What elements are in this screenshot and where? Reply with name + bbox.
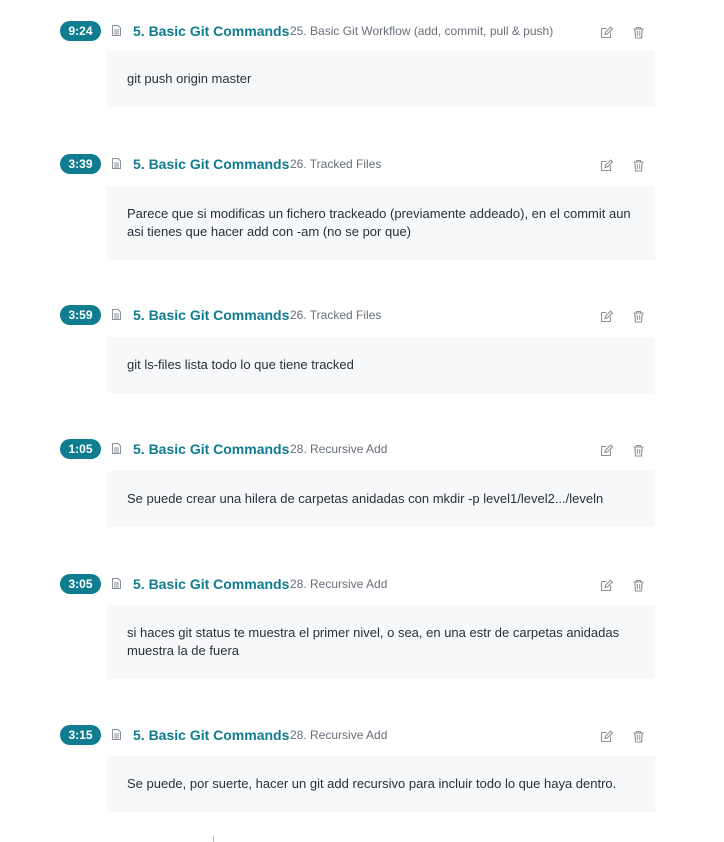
note-header: 3:59 5. Basic Git Commands 26. Tracked F… — [0, 305, 724, 331]
timestamp-badge[interactable]: 9:24 — [60, 21, 101, 41]
trash-icon[interactable] — [632, 159, 645, 172]
lecture-title[interactable]: 28. Recursive Add — [290, 439, 387, 459]
timestamp-badge[interactable]: 3:05 — [60, 574, 101, 594]
note-text: git push origin master — [127, 71, 252, 86]
note-item: 3:59 5. Basic Git Commands 26. Tracked F… — [0, 305, 724, 393]
edit-icon[interactable] — [600, 310, 613, 323]
note-text: git ls-files lista todo lo que tiene tra… — [127, 357, 354, 372]
note-text: Se puede crear una hilera de carpetas an… — [127, 491, 604, 506]
file-text-icon — [112, 25, 121, 36]
file-text-icon — [112, 443, 121, 454]
edit-icon[interactable] — [600, 730, 613, 743]
note-item: 3:15 5. Basic Git Commands 28. Recursive… — [0, 725, 724, 812]
note-header: 3:39 5. Basic Git Commands 26. Tracked F… — [0, 154, 724, 180]
lecture-title[interactable]: 26. Tracked Files — [290, 305, 381, 325]
note-body: si haces git status te muestra el primer… — [107, 605, 655, 679]
timestamp-badge[interactable]: 1:05 — [60, 439, 101, 459]
note-header: 9:24 5. Basic Git Commands 25. Basic Git… — [0, 21, 724, 47]
edit-icon[interactable] — [600, 26, 613, 39]
lecture-title[interactable]: 25. Basic Git Workflow (add, commit, pul… — [290, 21, 553, 41]
timestamp-badge[interactable]: 3:59 — [60, 305, 101, 325]
note-header: 3:05 5. Basic Git Commands 28. Recursive… — [0, 574, 724, 600]
note-body: git push origin master — [107, 51, 655, 107]
section-link[interactable]: 5. Basic Git Commands — [133, 725, 289, 745]
timestamp-badge[interactable]: 3:39 — [60, 154, 101, 174]
note-text: si haces git status te muestra el primer… — [127, 625, 620, 658]
note-body: Se puede crear una hilera de carpetas an… — [107, 471, 655, 527]
lecture-title[interactable]: 28. Recursive Add — [290, 725, 387, 745]
section-link[interactable]: 5. Basic Git Commands — [133, 439, 289, 459]
timestamp-badge[interactable]: 3:15 — [60, 725, 101, 745]
file-text-icon — [112, 729, 121, 740]
section-link[interactable]: 5. Basic Git Commands — [133, 574, 289, 594]
edit-icon[interactable] — [600, 159, 613, 172]
note-item: 3:05 5. Basic Git Commands 28. Recursive… — [0, 574, 724, 679]
trash-icon[interactable] — [632, 26, 645, 39]
note-header: 3:15 5. Basic Git Commands 28. Recursive… — [0, 725, 724, 751]
section-link[interactable]: 5. Basic Git Commands — [133, 305, 289, 325]
trash-icon[interactable] — [632, 310, 645, 323]
trash-icon[interactable] — [632, 730, 645, 743]
file-text-icon — [112, 158, 121, 169]
section-link[interactable]: 5. Basic Git Commands — [133, 154, 289, 174]
edit-icon[interactable] — [600, 444, 613, 457]
note-body: git ls-files lista todo lo que tiene tra… — [107, 337, 655, 393]
lecture-title[interactable]: 28. Recursive Add — [290, 574, 387, 594]
note-item: 1:05 5. Basic Git Commands 28. Recursive… — [0, 439, 724, 527]
file-text-icon — [112, 309, 121, 320]
file-text-icon — [112, 578, 121, 589]
scroll-marker — [213, 836, 214, 842]
note-text: Se puede, por suerte, hacer un git add r… — [127, 776, 617, 791]
note-header: 1:05 5. Basic Git Commands 28. Recursive… — [0, 439, 724, 465]
note-text: Parece que si modificas un fichero track… — [127, 206, 631, 239]
note-item: 9:24 5. Basic Git Commands 25. Basic Git… — [0, 21, 724, 107]
note-item: 3:39 5. Basic Git Commands 26. Tracked F… — [0, 154, 724, 260]
note-body: Se puede, por suerte, hacer un git add r… — [107, 756, 655, 812]
edit-icon[interactable] — [600, 579, 613, 592]
note-body: Parece que si modificas un fichero track… — [107, 186, 655, 260]
trash-icon[interactable] — [632, 444, 645, 457]
trash-icon[interactable] — [632, 579, 645, 592]
section-link[interactable]: 5. Basic Git Commands — [133, 21, 289, 41]
lecture-title[interactable]: 26. Tracked Files — [290, 154, 381, 174]
